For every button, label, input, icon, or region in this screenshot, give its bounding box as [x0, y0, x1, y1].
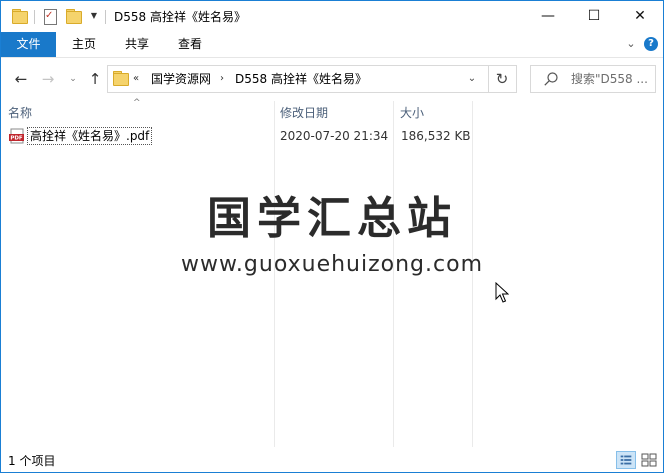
up-button[interactable]: ↑	[85, 69, 105, 89]
file-size: 186,532 KB	[401, 129, 471, 143]
search-icon	[544, 72, 558, 86]
chevron-right-icon[interactable]: ›	[220, 71, 224, 87]
column-header-name[interactable]: 名称	[8, 101, 32, 125]
watermark-url: www.guoxuehuizong.com	[180, 252, 484, 277]
title-bar: ✓ ▼ D558 高拴祥《姓名易》 — ☐ ✕	[1, 1, 663, 32]
toolbar-separator	[105, 10, 106, 24]
minimize-button[interactable]: —	[525, 1, 571, 32]
ribbon-tabs: 文件 主页 共享 查看 ⌄ ?	[1, 32, 663, 58]
recent-locations-dropdown[interactable]: ⌄	[67, 69, 79, 89]
close-button[interactable]: ✕	[617, 1, 663, 32]
sort-ascending-icon: ^	[133, 98, 141, 108]
file-name[interactable]: 高拴祥《姓名易》.pdf	[27, 127, 153, 145]
pdf-icon-label: PDF	[10, 136, 23, 142]
quick-access-dropdown-icon[interactable]: ▼	[89, 10, 99, 22]
new-folder-icon[interactable]	[65, 9, 82, 25]
mouse-cursor-icon	[495, 282, 509, 303]
file-row[interactable]: PDF 高拴祥《姓名易》.pdf 2020-07-20 21:34 186,53…	[5, 126, 475, 146]
file-modified: 2020-07-20 21:34	[280, 129, 389, 143]
toolbar-separator	[34, 10, 35, 24]
tab-share[interactable]: 共享	[114, 32, 160, 57]
tab-view[interactable]: 查看	[167, 32, 213, 57]
status-bar: 1 个项目	[1, 449, 663, 472]
explorer-window: ✓ ▼ D558 高拴祥《姓名易》 — ☐ ✕ 文件 主页 共享 查看 ⌄ ? …	[0, 0, 664, 473]
search-placeholder: 搜索"D558 ...	[571, 72, 648, 86]
forward-button[interactable]: →	[38, 69, 58, 89]
address-dropdown-icon[interactable]: ⌄	[465, 71, 479, 87]
breadcrumb-item[interactable]: D558 高拴祥《姓名易》	[235, 71, 367, 87]
pdf-file-icon: PDF	[9, 128, 24, 144]
address-bar[interactable]: « 国学资源网 › D558 高拴祥《姓名易》 ⌄	[107, 65, 489, 93]
search-input[interactable]: 搜索"D558 ...	[530, 65, 656, 93]
column-header-size[interactable]: 大小	[400, 101, 424, 125]
overflow-icon[interactable]: «	[133, 71, 139, 87]
details-view-button[interactable]	[616, 451, 636, 469]
back-button[interactable]: ←	[11, 69, 31, 89]
window-title: D558 高拴祥《姓名易》	[114, 10, 246, 24]
item-count: 1 个项目	[8, 454, 56, 468]
column-header-modified[interactable]: 修改日期	[280, 101, 328, 125]
folder-icon	[11, 9, 28, 25]
help-icon[interactable]: ?	[644, 37, 658, 51]
watermark-chinese: 国学汇总站	[207, 193, 457, 244]
expand-ribbon-icon[interactable]: ⌄	[624, 37, 638, 51]
large-icons-view-button[interactable]	[639, 451, 659, 469]
tab-home[interactable]: 主页	[61, 32, 107, 57]
properties-icon[interactable]: ✓	[42, 9, 58, 25]
breadcrumb-item[interactable]: 国学资源网	[151, 71, 211, 87]
folder-icon	[112, 71, 129, 87]
column-header-row: 名称 ^ 修改日期 大小	[1, 98, 663, 125]
refresh-button[interactable]: ↻	[488, 65, 517, 93]
tab-file[interactable]: 文件	[1, 32, 56, 57]
navigation-bar: ← → ⌄ ↑ « 国学资源网 › D558 高拴祥《姓名易》 ⌄ ↻ 搜索"D…	[1, 58, 663, 100]
maximize-button[interactable]: ☐	[571, 1, 617, 32]
